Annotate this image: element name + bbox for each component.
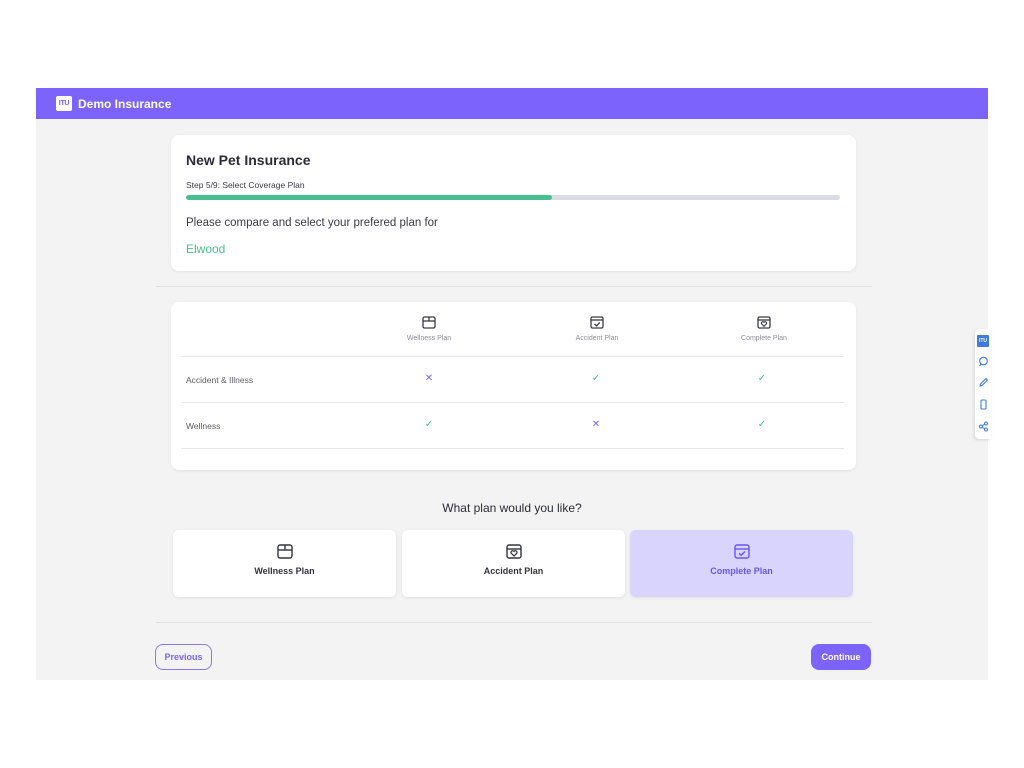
check-icon: ✓	[424, 419, 434, 430]
continue-button[interactable]: Continue	[811, 644, 871, 670]
check-icon: ✓	[591, 373, 601, 384]
progress-fill	[186, 195, 553, 200]
step-indicator: Step 5/9: Select Coverage Plan	[186, 180, 305, 190]
plan-option-accident[interactable]: Accident Plan	[402, 530, 625, 597]
plan-option-wellness[interactable]: Wellness Plan	[173, 530, 396, 597]
plan-option-label: Accident Plan	[483, 566, 544, 576]
selection-prompt: Please compare and select your prefered …	[186, 217, 438, 229]
top-bar: ITU Demo Insurance	[36, 88, 988, 119]
header-card: New Pet Insurance Step 5/9: Select Cover…	[171, 135, 856, 271]
mobile-icon[interactable]	[977, 398, 989, 410]
row-label-wellness: Wellness	[186, 421, 221, 431]
column-accident-plan: Accident Plan	[537, 316, 657, 342]
side-toolbar: ITU	[975, 329, 991, 439]
wellness-box-icon	[276, 544, 293, 559]
row-divider	[181, 402, 844, 403]
row-divider	[181, 356, 844, 357]
app-window: ITU Demo Insurance New Pet Insurance Ste…	[36, 88, 988, 680]
cross-icon: ✕	[591, 419, 601, 430]
accident-box-icon	[505, 544, 522, 559]
check-icon: ✓	[757, 419, 767, 430]
column-wellness-plan: Wellness Plan	[369, 316, 489, 342]
comparison-table: Wellness Plan Accident Plan Complete Pla…	[171, 302, 856, 470]
logo-icon[interactable]: ITU	[977, 335, 989, 347]
previous-button[interactable]: Previous	[155, 644, 212, 670]
plan-option-complete[interactable]: Complete Plan	[630, 530, 853, 597]
column-label: Accident Plan	[575, 335, 619, 342]
chat-icon[interactable]	[977, 355, 989, 367]
column-label: Wellness Plan	[406, 335, 452, 342]
accident-box-icon	[590, 316, 604, 329]
plan-option-label: Complete Plan	[710, 566, 773, 576]
share-icon[interactable]	[977, 420, 989, 432]
complete-box-icon	[733, 544, 750, 559]
check-icon: ✓	[757, 373, 767, 384]
column-complete-plan: Complete Plan	[704, 316, 824, 342]
pencil-icon[interactable]	[977, 376, 989, 388]
section-divider	[156, 622, 872, 623]
progress-bar	[186, 195, 840, 200]
cross-icon: ✕	[424, 373, 434, 384]
brand-name: Demo Insurance	[78, 96, 172, 111]
row-divider	[181, 448, 844, 449]
column-label: Complete Plan	[741, 335, 787, 342]
plan-question: What plan would you like?	[442, 501, 582, 515]
brand-logo-icon: ITU	[56, 96, 72, 111]
row-label-accident-illness: Accident & Illness	[186, 375, 254, 385]
section-divider	[156, 286, 872, 287]
plan-option-label: Wellness Plan	[254, 566, 315, 576]
complete-box-icon	[757, 316, 771, 329]
pet-name: Elwood	[186, 242, 226, 256]
wellness-box-icon	[422, 316, 436, 329]
page-title: New Pet Insurance	[186, 152, 311, 168]
